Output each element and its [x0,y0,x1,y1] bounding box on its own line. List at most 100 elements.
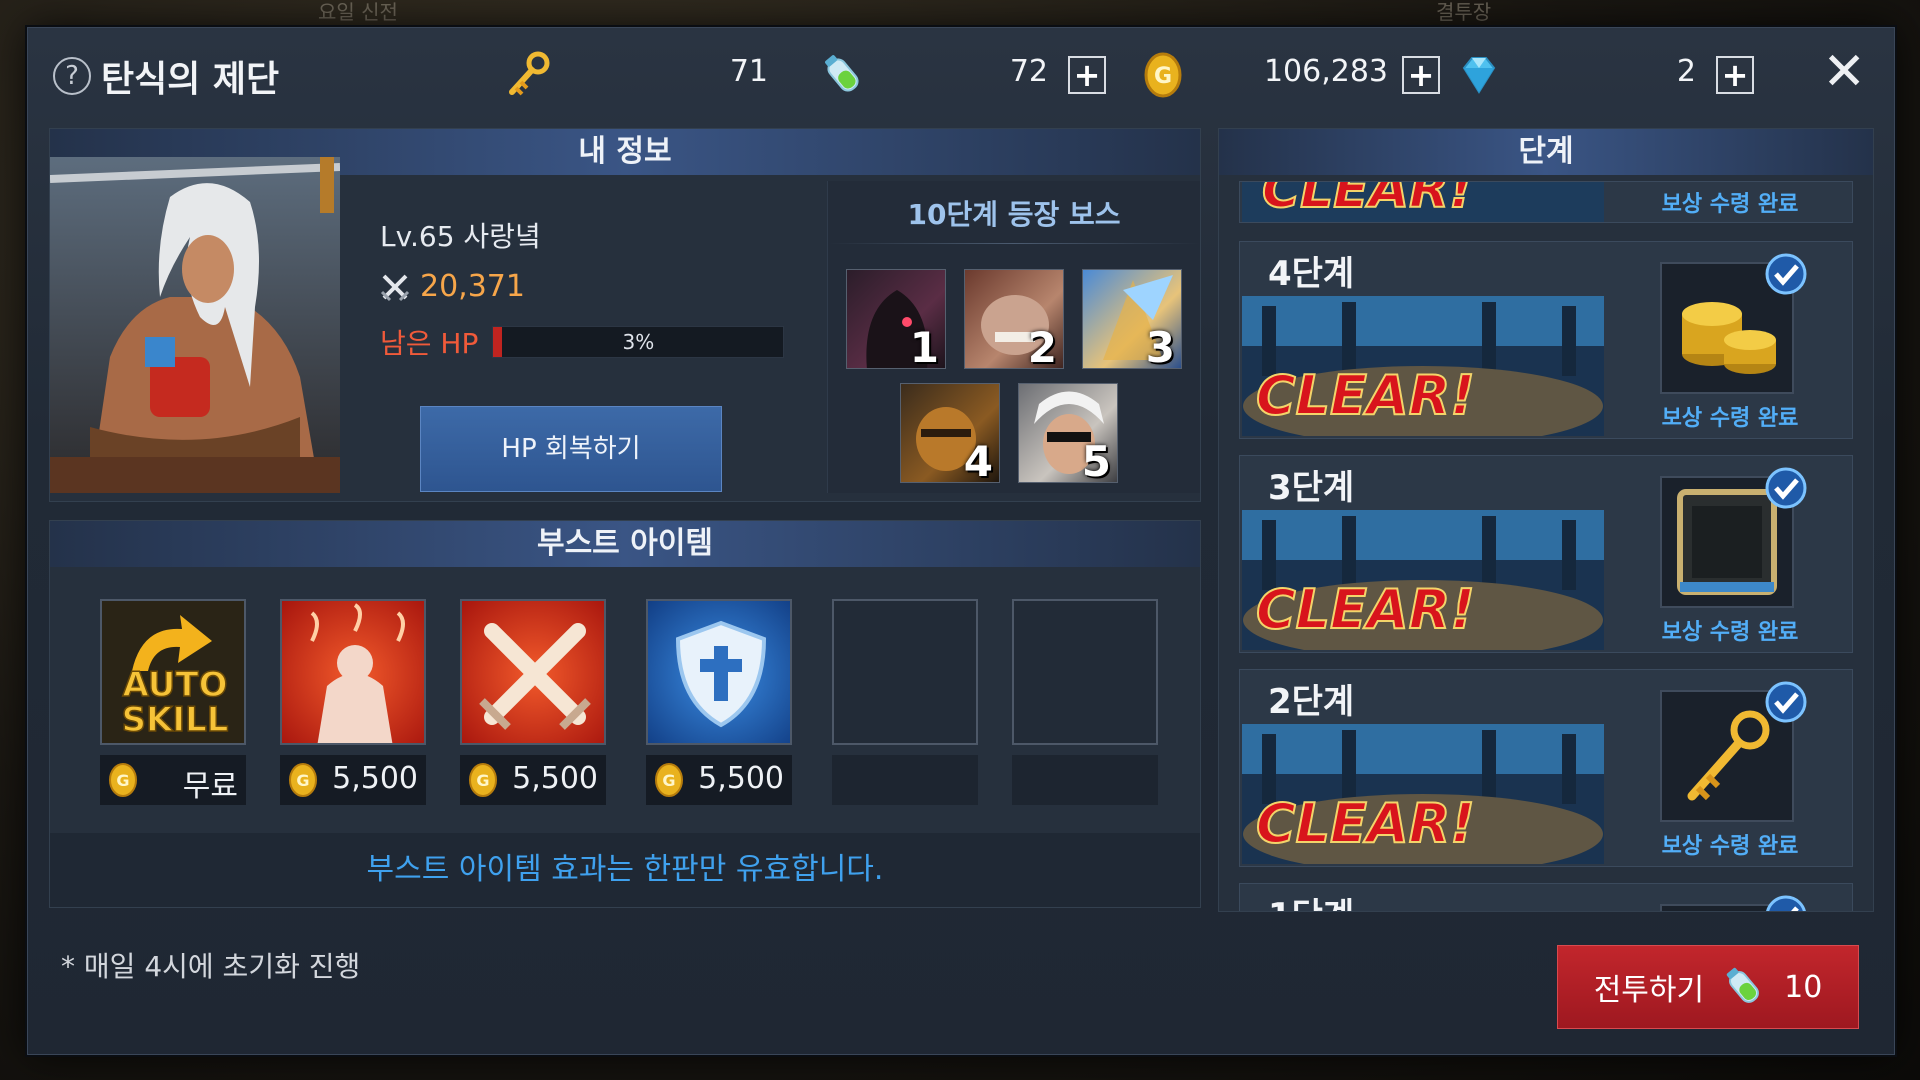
boost-slot-auto-skill[interactable]: AUTO SKILL [100,599,246,745]
stage-item-1[interactable]: 1단계 [1239,883,1853,911]
boost-price-attack-up: G 5,500 [460,755,606,805]
stamina-potion-icon [1726,967,1760,1003]
shield-icon [648,601,790,743]
boss-portrait-2[interactable]: 2 [964,269,1064,369]
gold-coin-icon: G [469,763,497,797]
diamond-icon [1462,57,1496,94]
boost-price-auto-skill: G 무료 [100,755,246,805]
hp-recover-button[interactable]: HP 회복하기 [420,406,722,492]
boost-slot-defense-up[interactable] [646,599,792,745]
stage-item-5[interactable]: CLEAR! 보상 수령 완료 [1239,181,1853,223]
bg-tab-arena: 결투장 [1436,0,1492,24]
attack-up-icon [462,601,604,743]
boss-portrait-5[interactable]: 5 [1018,383,1118,483]
svg-text:G: G [296,771,309,790]
close-button[interactable]: ✕ [1822,46,1866,98]
boost-price-empty-2 [1012,755,1158,805]
combat-power: 20,371 [380,269,525,304]
battle-button-label: 전투하기 [1593,973,1705,1008]
bg-tab-daily-temple: 요일 신전 [318,0,398,24]
stage-item-3[interactable]: 3단계 CLEAR! 보상 수령 완료 [1239,455,1853,653]
crossed-swords-icon [380,274,410,301]
boss-number: 3 [1145,323,1175,369]
boost-slot-power-up[interactable] [280,599,426,745]
boost-slot-empty-2[interactable] [1012,599,1158,745]
stage-item-4[interactable]: 4단계 CLEAR! 보상 수령 완료 [1239,241,1853,439]
boss-area: 10단계 등장 보스 1 2 3 4 5 [827,181,1200,493]
boost-price-text: 5,500 [512,761,598,796]
stage-item-2[interactable]: 2단계 CLEAR! 보상 수령 완료 [1239,669,1853,867]
hp-row: 남은 HP 3% [380,322,785,362]
clear-banner-image: CLEAR! [1242,182,1604,222]
stage-name: 2단계 [1268,682,1355,722]
svg-text:G: G [476,771,489,790]
boost-price-text: 무료 [182,769,238,804]
boss-number: 1 [909,323,939,369]
hp-label: 남은 HP [380,327,479,360]
skill-text: SKILL [122,700,229,740]
hp-bar: 3% [492,326,785,358]
boost-price-text: 5,500 [332,761,418,796]
boss-title-divider [828,243,1200,244]
info-stats: Lv.65 사랑녘 20,371 남은 HP 3% HP 회복하기 [380,181,800,493]
stamina-count: 72 [1009,54,1048,89]
clear-banner-image: CLEAR! [1242,724,1604,864]
stage-name: 1단계 [1268,888,1354,911]
stage-name: 3단계 [1268,468,1355,508]
boss-portrait-1[interactable]: 1 [846,269,946,369]
boss-number: 5 [1081,437,1111,483]
boss-title: 10단계 등장 보스 [907,198,1121,231]
boss-portrait-3[interactable]: 3 [1082,269,1182,369]
clear-text: CLEAR! [1256,578,1475,641]
boost-price-empty-1 [832,755,978,805]
title-area: ? 탄식의 제단 [53,50,279,102]
character-portrait [50,157,340,493]
stamina-potion-icon [825,55,859,92]
altar-window: ? 탄식의 제단 71 72 + G 106,283 + 2 + ✕ 내 정보 [27,27,1895,1055]
stage-panel[interactable]: 단계 CLEAR! 보상 수령 완료 4단계 CLEAR! 보상 수령 완료 3… [1218,128,1874,912]
boost-price-power-up: G 5,500 [280,755,426,805]
gold-count: 106,283 [1263,54,1388,89]
check-icon [1766,895,1806,911]
reward-status: 보상 수령 완료 [1661,834,1799,859]
reward-status: 보상 수령 완료 [1661,406,1799,431]
stage-header: 단계 [1219,129,1873,175]
auto-skill-icon: AUTO SKILL [102,601,244,743]
svg-text:G: G [1154,64,1172,89]
boost-price-text: 5,500 [698,761,784,796]
add-diamond-button[interactable]: + [1716,56,1754,94]
reward-status: 보상 수령 완료 [1661,620,1799,645]
gold-coin-icon: G [655,763,683,797]
boost-panel: 부스트 아이템 AUTO SKILL G 무료 G 5,500 G 5,500 … [49,520,1201,908]
gold-coin-icon: G [289,763,317,797]
boost-price-defense-up: G 5,500 [646,755,792,805]
clear-banner-image: CLEAR! [1242,296,1604,436]
check-icon [1765,467,1807,509]
check-icon [1765,681,1807,723]
level-name: Lv.65 사랑녘 [380,220,541,253]
key-count: 71 [729,54,768,89]
battle-button[interactable]: 전투하기 10 [1557,945,1859,1029]
battle-cost: 10 [1784,969,1823,1005]
combat-power-value: 20,371 [420,269,525,304]
boss-number: 2 [1027,323,1057,369]
add-stamina-button[interactable]: + [1068,56,1106,94]
stage-name: 4단계 [1268,254,1355,294]
help-icon[interactable]: ? [53,57,91,95]
boost-header: 부스트 아이템 [50,521,1200,567]
add-gold-button[interactable]: + [1402,56,1440,94]
key-icon [509,51,550,96]
svg-text:G: G [116,771,129,790]
boost-slot-attack-up[interactable] [460,599,606,745]
svg-text:G: G [662,771,675,790]
boss-number: 4 [963,437,993,483]
clear-text: CLEAR! [1256,792,1475,855]
gold-coin-icon: G [1144,52,1182,98]
boost-slot-empty-1[interactable] [832,599,978,745]
auto-text: AUTO [123,665,228,705]
reset-note: * 매일 4시에 초기화 진행 [61,950,361,983]
hp-percent: 3% [622,330,655,354]
diamond-count: 2 [1676,54,1696,89]
reward-status: 보상 수령 완료 [1661,192,1799,217]
boss-portrait-4[interactable]: 4 [900,383,1000,483]
